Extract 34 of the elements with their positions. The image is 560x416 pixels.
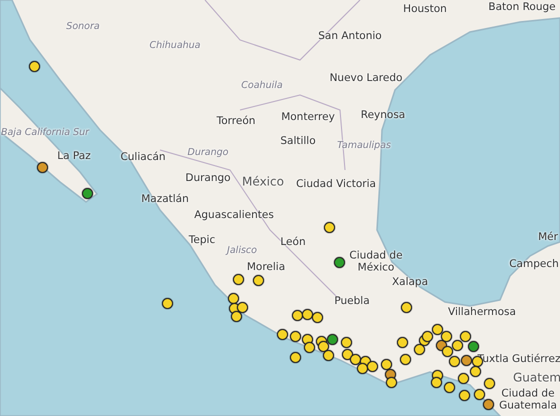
city-label: Saltillo xyxy=(280,136,316,148)
region-label: Sonora xyxy=(66,22,100,32)
city-label: Morelia xyxy=(246,262,286,274)
city-label: Aguascalientes xyxy=(194,210,274,222)
city-label: Campech xyxy=(509,259,559,271)
city-label: Durango xyxy=(185,173,231,185)
region-label: Jalisco xyxy=(227,246,257,256)
map-marker[interactable] xyxy=(441,331,452,342)
region-label: Guatem xyxy=(512,371,560,385)
city-label: Mér xyxy=(538,232,558,244)
city-label: Puebla xyxy=(334,296,370,308)
map-marker[interactable] xyxy=(357,363,368,374)
city-label: Monterrey xyxy=(281,112,335,124)
city-label: León xyxy=(280,237,306,249)
city-label: Houston xyxy=(403,4,447,16)
city-label: Torreón xyxy=(216,116,256,128)
city-label: Ciudad de Guatemala xyxy=(498,388,558,412)
map-drawing[interactable] xyxy=(0,0,560,416)
city-label: San Antonio xyxy=(318,31,382,43)
city-label: Tepic xyxy=(188,235,216,247)
city-label: Mazatlán xyxy=(141,194,189,206)
city-label: Culiacán xyxy=(120,152,166,164)
region-label: Coahuila xyxy=(241,80,283,92)
city-label: Nuevo Laredo xyxy=(330,73,402,85)
city-label: Ciudad Victoria xyxy=(296,179,376,191)
city-label: Reynosa xyxy=(360,110,406,122)
region-label: México xyxy=(242,175,284,189)
city-label: La Paz xyxy=(57,151,91,163)
city-label: Villahermosa xyxy=(448,307,516,319)
city-label: Xalapa xyxy=(392,277,428,289)
city-label: Ciudad de México xyxy=(348,250,404,274)
region-label: Durango xyxy=(188,148,228,158)
region-label: Chihuahua xyxy=(149,40,201,52)
city-label: Baton Rouge xyxy=(488,2,556,14)
